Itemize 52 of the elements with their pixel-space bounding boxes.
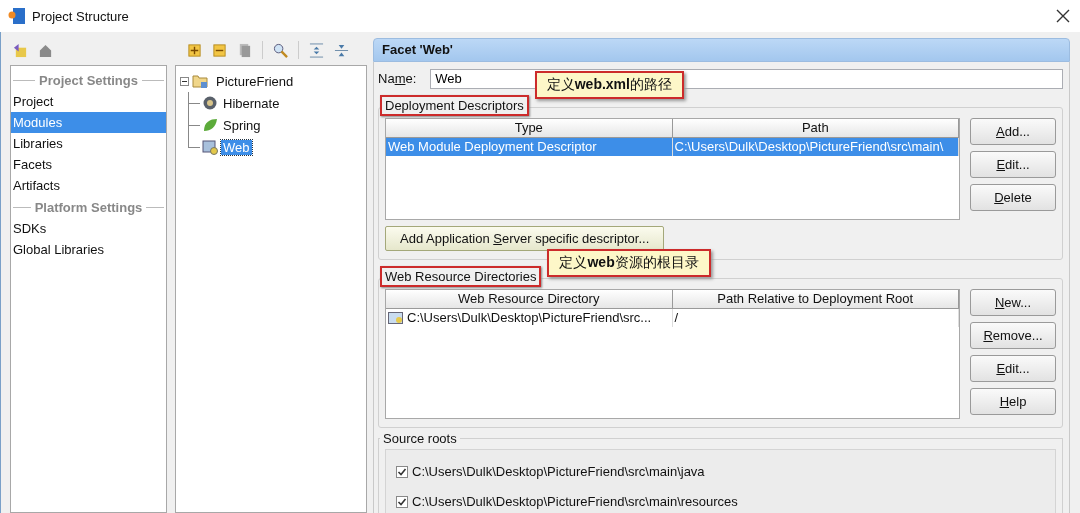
checkbox[interactable] [396,465,408,478]
source-root-path: C:\Users\Dulk\Desktop\PictureFriend\src\main\java [412,464,705,479]
column-header[interactable]: Path [672,119,959,138]
column-header[interactable]: Type [386,119,673,138]
collapse-toggle-icon[interactable] [180,76,189,86]
add-icon[interactable] [187,42,202,58]
remove-icon[interactable] [212,42,227,58]
column-header[interactable]: Web Resource Directory [386,290,673,309]
annotation-tooltip: 定义web资源的根目录 [547,249,711,277]
sidebar-item[interactable]: Facets [11,154,166,175]
sidebar-item[interactable]: Artifacts [11,175,166,196]
table-cell: Web Module Deployment Descriptor [388,138,597,156]
table-cell: C:\Users\Dulk\Desktop\PictureFriend\src\main\ [674,138,944,156]
table-row[interactable]: C:\Users\Dulk\Desktop\PictureFriend\src... / [386,309,959,327]
back-icon[interactable] [13,42,28,58]
gear-icon [202,95,218,111]
window-title: Project Structure [32,8,129,24]
sidebar-item[interactable]: SDKs [11,218,166,239]
field-label: Name: [378,71,417,86]
folder-icon [192,73,208,89]
folder-icon [388,311,404,325]
close-icon[interactable] [1054,7,1072,25]
search-icon[interactable] [273,42,288,58]
dialog-button[interactable]: New... [970,289,1056,316]
section-heading: Project Settings [39,72,138,88]
dialog-button[interactable]: Delete [970,184,1056,211]
sidebar-item[interactable]: Global Libraries [11,239,166,260]
checkbox[interactable] [396,495,408,508]
home-icon[interactable] [38,42,53,58]
collapse-all-icon[interactable] [334,42,349,58]
source-root-path: C:\Users\Dulk\Desktop\PictureFriend\src\main\resources [412,494,738,509]
app-logo-icon [8,7,26,25]
dialog-button[interactable]: Add... [970,118,1056,145]
table-cell: / [674,309,679,327]
facet-header: Facet 'Web' [373,38,1070,62]
tree-node[interactable]: Spring [221,117,263,133]
add-server-descriptor-button[interactable]: Add Application Server specific descriptor... [385,226,665,251]
sidebar-item[interactable]: Libraries [11,133,166,154]
section-heading: Platform Settings [34,199,143,215]
tree-node[interactable]: PictureFriend [214,73,296,89]
sidebar-item[interactable]: Project [11,91,166,112]
dialog-button[interactable]: Edit... [970,151,1056,178]
column-header[interactable]: Path Relative to Deployment Root [672,290,959,309]
tree-node[interactable]: Hibernate [221,95,282,111]
table-cell: C:\Users\Dulk\Desktop\PictureFriend\src... [407,309,652,327]
dialog-button[interactable]: Edit... [970,355,1056,382]
web-folder-icon [202,139,218,155]
expand-all-icon[interactable] [309,42,324,58]
dialog-button[interactable]: Help [970,388,1056,415]
leaf-icon [202,117,218,133]
dialog-button[interactable]: Remove... [970,322,1056,349]
annotation-tooltip: 定义web.xml的路径 [534,71,684,99]
